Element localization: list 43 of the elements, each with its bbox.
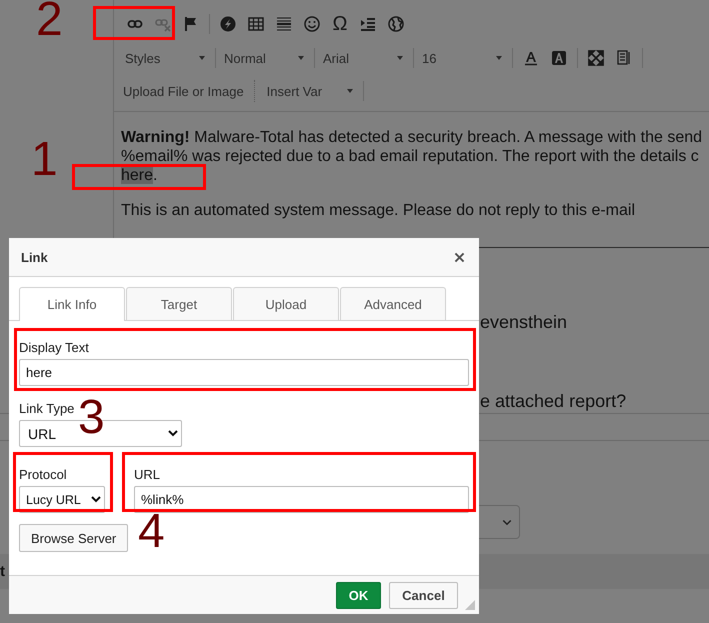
annotation-number: 1	[31, 134, 58, 186]
field-label: Protocol	[19, 467, 68, 482]
dialog-title: Link	[21, 250, 48, 264]
upload-file-button[interactable]: Upload File or Image	[121, 84, 246, 98]
close-button[interactable]	[453, 250, 466, 264]
annotation-number: 2	[36, 0, 63, 46]
combo-dropdown[interactable]: Arial	[319, 47, 409, 69]
text-color-icon	[523, 50, 539, 66]
insert-var-dropdown[interactable]: Insert Var	[262, 80, 359, 102]
cancel-button[interactable]: Cancel	[389, 582, 458, 608]
field-label: URL	[134, 467, 162, 482]
dialog-tab[interactable]: Upload	[233, 287, 339, 320]
background-text: e attached report?	[480, 391, 626, 411]
dialog-tab[interactable]: Advanced	[340, 287, 446, 320]
flash-icon	[220, 16, 236, 32]
table-icon	[248, 16, 264, 32]
combo-dropdown[interactable]: 16	[418, 47, 508, 69]
browse-server-button[interactable]: Browse Server	[19, 524, 128, 552]
display-text-field[interactable]: here	[19, 359, 469, 386]
dialog-tab[interactable]: Target	[126, 287, 232, 320]
message-text: This is an automated system message. Please do not reply to this e-mail	[121, 201, 636, 220]
punctuation-text: .	[153, 167, 158, 184]
background-color-icon	[551, 50, 567, 66]
section-label: t	[0, 563, 5, 580]
message-text: Warning! Malware-Total has detected a security breach. A message with the send	[121, 128, 704, 147]
document-icon	[616, 50, 632, 66]
message-text: %email% was rejected due to a bad email reputation. The report with the details c	[121, 147, 700, 166]
globe-icon	[388, 16, 404, 32]
close-icon	[453, 250, 466, 264]
combo-dropdown[interactable]: Normal	[220, 47, 310, 69]
dialog-tab[interactable]: Link Info	[19, 287, 125, 321]
resize-grip-icon[interactable]	[465, 600, 475, 610]
indent-icon	[360, 16, 376, 32]
flag-icon	[183, 16, 199, 32]
special-character-button[interactable]: Ω	[326, 12, 354, 36]
horizontal-lines-icon	[276, 16, 292, 32]
smiley-icon	[304, 16, 320, 32]
field-label: Link Type	[19, 401, 76, 416]
background-text: evensthein	[480, 312, 568, 332]
field-label: Display Text	[19, 340, 90, 355]
ok-button[interactable]: OK	[336, 582, 381, 608]
combo-dropdown[interactable]: Styles	[121, 47, 211, 69]
unlink-icon	[155, 16, 171, 32]
